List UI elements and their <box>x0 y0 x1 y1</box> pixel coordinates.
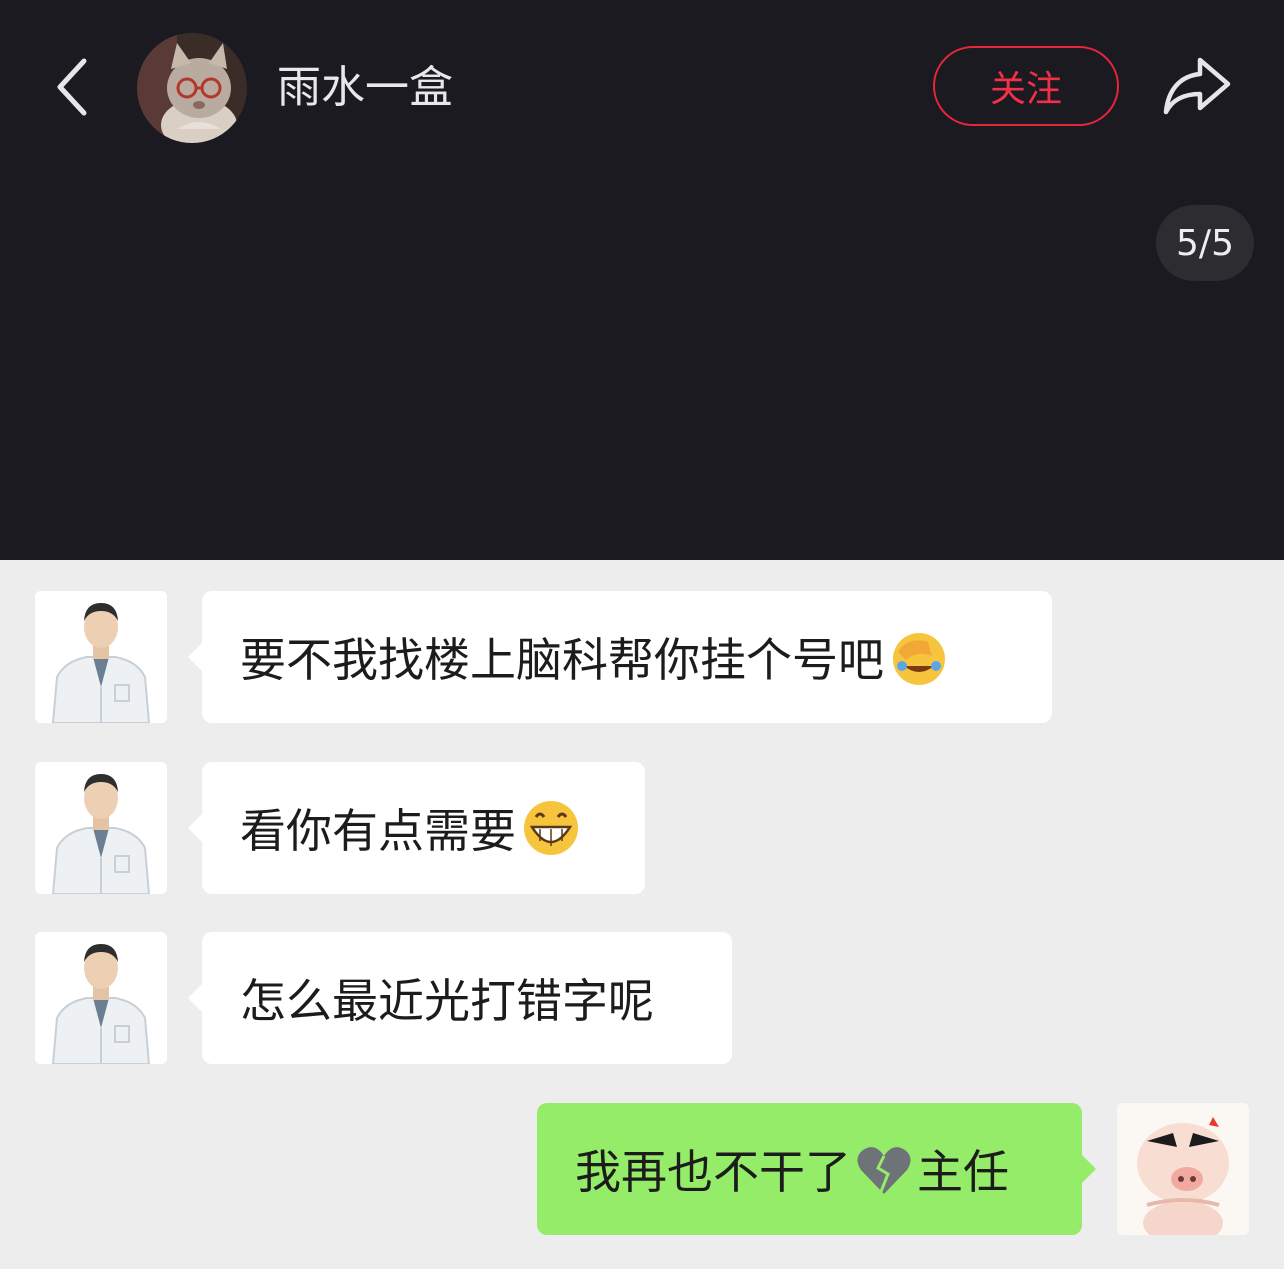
image-counter: 5/5 <box>1156 205 1254 281</box>
post-header-area: 雨水一盒 关注 5/5 <box>0 0 1284 560</box>
broken-heart-emoji <box>853 1138 915 1200</box>
follow-button[interactable]: 关注 <box>933 46 1119 126</box>
share-button[interactable] <box>1160 52 1234 118</box>
message-bubble: 要不我找楼上脑科帮你挂个号吧 <box>188 591 1052 723</box>
message-text: 要不我找楼上脑科帮你挂个号吧 <box>240 633 884 687</box>
back-button[interactable] <box>50 55 100 119</box>
chevron-left-icon <box>57 58 87 116</box>
face-palm-laughing-emoji <box>888 626 950 688</box>
message-bubble-self: 我再也不干了 主任 <box>537 1103 1096 1235</box>
grinning-emoji <box>520 797 582 859</box>
doctor-avatar <box>35 591 167 723</box>
message-text: 我再也不干了 <box>575 1145 851 1199</box>
pig-avatar-image <box>1117 1103 1249 1235</box>
doctor-avatar-image <box>35 591 167 723</box>
doctor-avatar <box>35 932 167 1064</box>
author-avatar[interactable] <box>137 33 247 143</box>
cat-avatar-image <box>137 33 247 143</box>
message-bubble: 怎么最近光打错字呢 <box>188 932 732 1064</box>
self-avatar <box>1117 1103 1249 1235</box>
doctor-avatar <box>35 762 167 894</box>
message-text: 怎么最近光打错字呢 <box>240 974 654 1028</box>
doctor-avatar-image <box>35 762 167 894</box>
message-bubble: 看你有点需要 <box>188 762 645 894</box>
author-name[interactable]: 雨水一盒 <box>277 60 453 116</box>
share-icon <box>1163 57 1231 115</box>
message-text: 主任 <box>917 1145 1009 1199</box>
message-text: 看你有点需要 <box>240 804 516 858</box>
doctor-avatar-image <box>35 932 167 1064</box>
